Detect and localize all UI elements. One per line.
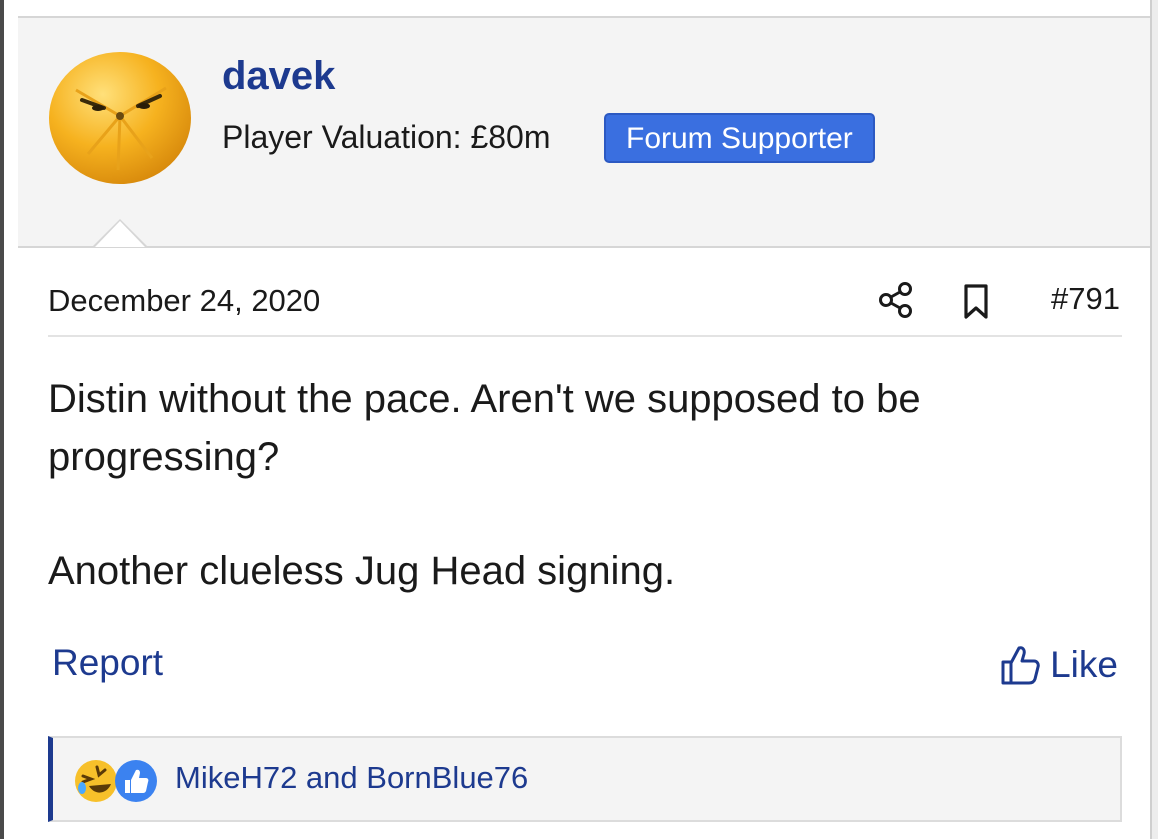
post-number-link[interactable]: #791 <box>1051 279 1120 319</box>
share-icon[interactable] <box>876 280 916 320</box>
message-paragraph: Distin without the pace. Aren't we suppo… <box>48 377 921 479</box>
like-label: Like <box>1050 644 1118 685</box>
like-button[interactable]: Like <box>998 643 1118 687</box>
author-valuation: Player Valuation: £80m <box>222 119 551 155</box>
like-reaction-icon <box>115 760 157 802</box>
thumbs-up-icon <box>1001 646 1040 685</box>
bookmark-icon[interactable] <box>956 281 996 321</box>
post-date[interactable]: December 24, 2020 <box>48 281 320 321</box>
window-left-edge <box>0 0 4 839</box>
report-link[interactable]: Report <box>52 641 163 685</box>
user-avatar[interactable] <box>48 50 192 186</box>
header-pointer-arrow <box>93 219 147 247</box>
forum-supporter-badge: Forum Supporter <box>604 113 875 163</box>
post-message-body: Distin without the pace. Aren't we suppo… <box>48 370 1118 600</box>
reactions-bar[interactable]: MikeH72 and BornBlue76 <box>48 736 1122 822</box>
forum-post-page: davek Player Valuation: £80m Forum Suppo… <box>0 0 1158 839</box>
author-username[interactable]: davek <box>222 54 335 98</box>
date-divider <box>48 335 1122 337</box>
reacted-users-link[interactable]: MikeH72 and BornBlue76 <box>175 756 528 800</box>
message-paragraph: Another clueless Jug Head signing. <box>48 549 676 593</box>
scrollbar-track[interactable] <box>1150 0 1158 839</box>
